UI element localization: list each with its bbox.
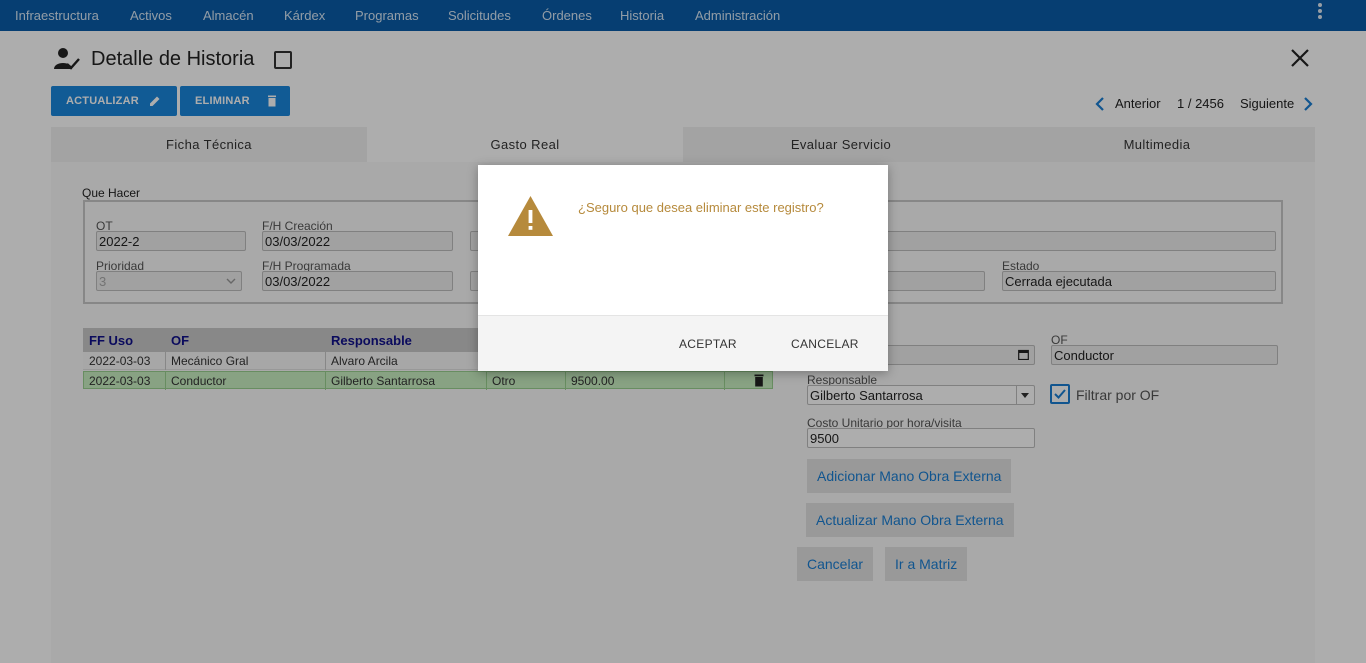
warning-icon xyxy=(508,196,553,236)
cancel-dialog-button[interactable]: CANCELAR xyxy=(791,337,859,351)
dialog-footer: ACEPTAR CANCELAR xyxy=(478,315,888,371)
confirm-dialog: ¿Seguro que desea eliminar este registro… xyxy=(478,165,888,371)
dialog-message: ¿Seguro que desea eliminar este registro… xyxy=(578,200,824,215)
accept-button[interactable]: ACEPTAR xyxy=(679,337,737,351)
